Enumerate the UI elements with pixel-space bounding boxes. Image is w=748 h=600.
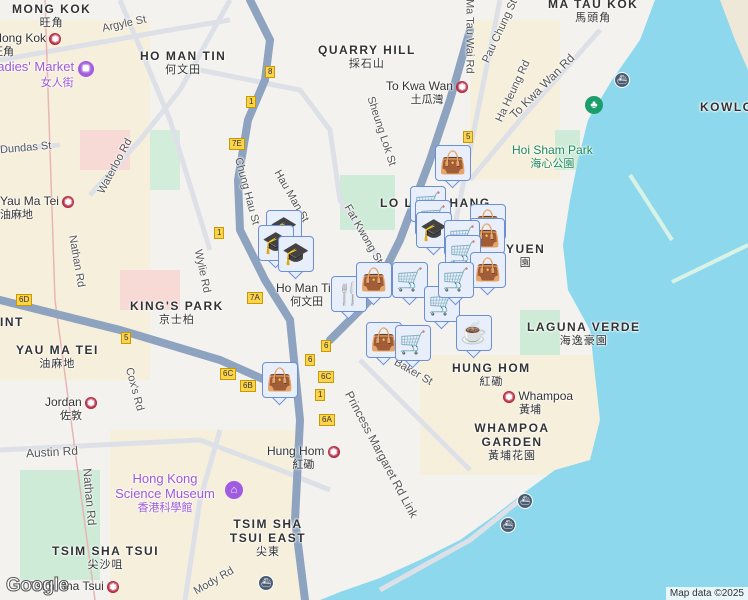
station-yau-ma-tei[interactable]: Yau Ma Tei ✱ 油麻地: [0, 194, 75, 221]
poi-ladies-market[interactable]: Ladies' Market ◙女人街: [0, 59, 94, 90]
station-whampoa[interactable]: ✱ Whampoa 黃埔: [503, 389, 573, 416]
map-marker-shopping-bag[interactable]: 👜: [356, 262, 392, 306]
mtr-icon: ✱: [62, 195, 75, 208]
mtr-icon: ✱: [456, 80, 469, 93]
mtr-icon: ✱: [327, 445, 340, 458]
station-ho-man-tin[interactable]: Ho Man Tin 何文田: [276, 281, 337, 308]
map-marker-shopping-cart[interactable]: 🛒: [438, 262, 474, 306]
ferry-icon[interactable]: ⛴: [614, 72, 630, 88]
coffee-cup-icon: ☕: [456, 315, 492, 351]
district-yuen: YUEN 園: [506, 242, 546, 269]
district-tst-east: TSIM SHA TSUI EAST 尖東: [229, 517, 307, 558]
station-hung-hom[interactable]: Hung Hom ✱ 紅磡: [267, 444, 340, 471]
district-kowloon: KOWLO: [700, 100, 748, 114]
park-tree-icon[interactable]: ♣: [585, 96, 603, 114]
route-shield: 6C: [318, 371, 335, 383]
shopping-bag-icon: 👜: [262, 362, 298, 398]
camera-icon: ◙: [77, 61, 94, 77]
route-shield: 1: [315, 389, 326, 401]
mtr-icon: ✱: [503, 390, 515, 403]
mtr-icon: ✱: [85, 396, 98, 409]
district-ma-tau-kok: MA TAU KOK 馬頭角: [548, 0, 639, 24]
district-ho-man-tin: HO MAN TIN 何文田: [140, 49, 227, 76]
station-mong-kok[interactable]: Mong Kok ✱旺角: [0, 31, 62, 58]
ferry-icon[interactable]: ⛴: [258, 575, 274, 591]
district-kings-park: KING'S PARK 京士柏: [130, 299, 224, 326]
map-marker-shopping-cart[interactable]: 🛒: [395, 325, 431, 369]
route-shield: 5: [463, 131, 474, 143]
ferry-icon[interactable]: ⛴: [517, 493, 533, 509]
map-marker-shopping-bag[interactable]: 👜: [470, 252, 506, 296]
street-austin: Austin Rd: [25, 443, 79, 461]
ferry-icon[interactable]: ⛴: [500, 517, 516, 533]
map-attribution: Map data ©2025: [665, 587, 748, 600]
map-marker-shopping-bag[interactable]: 👜: [262, 362, 298, 406]
shopping-cart-icon: 🛒: [438, 262, 474, 298]
street-ma-tau-wai: Ma Tau Wai Rd: [463, 0, 476, 74]
station-to-kwa-wan[interactable]: To Kwa Wan ✱ 土瓜灣: [386, 79, 469, 106]
district-int: INT: [0, 315, 24, 329]
route-shield: 5: [121, 332, 132, 344]
route-shield: 7E: [229, 138, 245, 150]
route-shield: 7A: [247, 292, 263, 304]
poi-hoi-sham-park[interactable]: Hoi Sham Park 海心公園: [512, 143, 593, 170]
station-jordan[interactable]: Jordan ✱ 佐敦: [45, 395, 98, 422]
district-laguna-verde: LAGUNA VERDE 海逸豪園: [527, 320, 641, 347]
route-shield: 1: [214, 227, 225, 239]
map-marker-graduation-cap[interactable]: 🎓: [278, 236, 314, 280]
map-marker-coffee-cup[interactable]: ☕: [456, 315, 492, 359]
shopping-bag-icon: 👜: [470, 252, 506, 288]
poi-science-museum[interactable]: Hong Kong Science Museum 香港科學館: [110, 471, 220, 515]
district-quarry-hill: QUARRY HILL 採石山: [318, 43, 416, 70]
district-hung-hom: HUNG HOM 紅磡: [452, 361, 531, 388]
district-yau-ma-tei: YAU MA TEI 油麻地: [16, 343, 99, 370]
shopping-bag-icon: 👜: [435, 145, 471, 181]
district-tst: TSIM SHA TSUI 尖沙咀: [52, 544, 160, 571]
route-shield: 6A: [319, 414, 335, 426]
shopping-cart-icon: 🛒: [395, 325, 431, 361]
route-shield: 6: [321, 340, 332, 352]
route-shield: 6B: [240, 380, 256, 392]
google-logo: Google: [5, 575, 69, 597]
route-shield: 8: [265, 66, 276, 78]
museum-icon: ⌂: [225, 481, 243, 499]
route-shield: 6: [305, 354, 316, 366]
district-whampoa-garden: WHAMPOA GARDEN 黃埔花園: [474, 421, 550, 462]
mtr-icon: ✱: [107, 580, 120, 593]
map-marker-shopping-bag[interactable]: 👜: [435, 145, 471, 189]
route-shield: 6C: [220, 368, 237, 380]
shopping-cart-icon: 🛒: [392, 262, 428, 298]
route-shield: 1: [246, 96, 257, 108]
graduation-cap-icon: 🎓: [278, 236, 314, 272]
map-marker-shopping-cart[interactable]: 🛒: [392, 262, 428, 306]
mtr-icon: ✱: [49, 32, 62, 45]
shopping-bag-icon: 👜: [356, 262, 392, 298]
district-mong-kok: MONG KOK 旺角: [12, 2, 92, 29]
route-shield: 6D: [16, 294, 33, 306]
